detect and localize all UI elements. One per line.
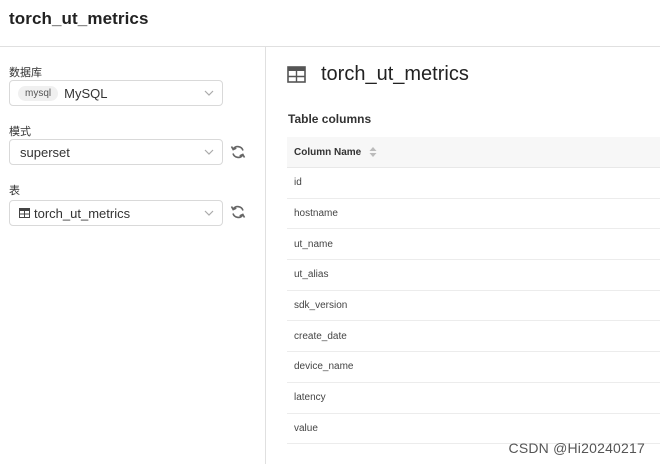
table-row: ut_alias (287, 260, 660, 291)
database-label: 数据库 (9, 66, 42, 79)
section-title: Table columns (288, 112, 372, 126)
table-value: torch_ut_metrics (34, 205, 131, 221)
database-badge: mysql (18, 85, 59, 101)
chevron-down-icon (204, 149, 214, 155)
table-row: ut_name (287, 229, 660, 261)
table-row: device_name (287, 352, 660, 383)
schema-select[interactable]: superset (9, 139, 223, 165)
table-row: hostname (287, 199, 660, 230)
main-panel: torch_ut_metrics Table columns Column Na… (267, 47, 660, 464)
database-select[interactable]: mysql MySQL (9, 80, 223, 106)
table-row: id (287, 168, 660, 199)
schema-label: 模式 (9, 125, 31, 138)
column-name-header[interactable]: Column Name (287, 137, 660, 168)
watermark: CSDN @Hi20240217 (508, 440, 645, 456)
chevron-down-icon (204, 210, 214, 216)
table-select[interactable]: torch_ut_metrics (9, 200, 223, 226)
table-row: create_date (287, 321, 660, 353)
columns-table: Column Name id hostname ut_name ut_alias… (287, 137, 660, 445)
main-title: torch_ut_metrics (321, 63, 469, 85)
table-row: sdk_version (287, 291, 660, 322)
table-icon (19, 208, 30, 218)
database-value: MySQL (64, 85, 108, 101)
table-row: latency (287, 383, 660, 414)
page-title: torch_ut_metrics (9, 9, 149, 28)
refresh-icon[interactable] (230, 144, 246, 160)
chevron-down-icon (204, 90, 214, 96)
table-title-row: torch_ut_metrics (287, 63, 469, 86)
column-header-label: Column Name (294, 146, 362, 158)
table-icon (287, 66, 306, 83)
sidebar: 数据库 mysql MySQL 模式 superset 表 torch_ut_m… (0, 47, 266, 464)
schema-value: superset (20, 144, 70, 160)
sort-icon[interactable] (369, 146, 377, 158)
page-header: torch_ut_metrics (0, 0, 660, 47)
table-label: 表 (9, 184, 20, 197)
refresh-icon[interactable] (230, 204, 246, 220)
